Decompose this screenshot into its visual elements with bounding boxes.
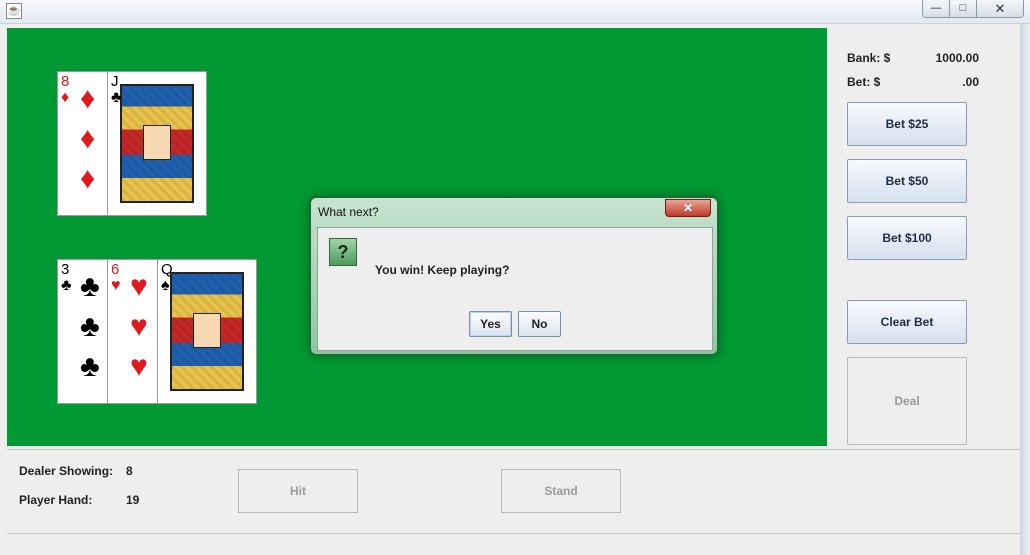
bet-50-button[interactable]: Bet $50 <box>847 159 967 203</box>
suit-pip: ♣ <box>80 350 100 383</box>
card-suit: ♠ <box>161 277 170 294</box>
suit-pip: ♦ <box>80 82 96 115</box>
minimize-button[interactable]: — <box>923 0 950 17</box>
maximize-button[interactable]: □ <box>950 0 977 17</box>
suit-pip: ♦ <box>80 162 96 195</box>
hand-status-panel: Dealer Showing: 8 Player Hand: 19 Hit St… <box>7 449 1020 531</box>
card-rank: Q <box>161 261 173 278</box>
close-window-button[interactable]: ✕ <box>977 0 1023 17</box>
card-suit: ♥ <box>111 277 121 294</box>
suit-pip: ♣ <box>80 270 100 303</box>
bet-value: .00 <box>962 75 979 89</box>
clear-bet-button[interactable]: Clear Bet <box>847 300 967 344</box>
bet-label: Bet: $ <box>847 75 881 89</box>
window-controls: — □ ✕ <box>922 0 1024 18</box>
suit-pip: ♥ <box>130 270 148 303</box>
card-suit: ♣ <box>111 89 122 106</box>
player-hand-value: 19 <box>126 493 140 507</box>
betting-panel: Bank: $ 1000.00 Bet: $ .00 Bet $25 Bet $… <box>829 28 1020 446</box>
no-button[interactable]: No <box>518 311 561 337</box>
dialog-title: What next? <box>318 205 379 219</box>
hit-button[interactable]: Hit <box>238 469 358 513</box>
bet-25-button[interactable]: Bet $25 <box>847 102 967 146</box>
dealer-showing-label: Dealer Showing: <box>19 464 114 478</box>
status-bar <box>7 533 1020 551</box>
bank-value: 1000.00 <box>935 51 979 65</box>
face-card-art <box>120 84 194 203</box>
suit-pip: ♥ <box>130 310 148 343</box>
face-portrait <box>143 125 171 160</box>
blackjack-window: ☕ — □ ✕ ♦ ♦ ♦ 8 ♦ J ♣ ♣ ♣ ♣ 3 ♣ ♥ ♥ ♥ 6 ♥ Q ♠ Bank: $ 100… <box>0 0 1030 555</box>
suit-pip: ♣ <box>80 310 100 343</box>
card-suit: ♦ <box>61 89 70 106</box>
playing-card: Q ♠ <box>157 259 257 404</box>
card-suit: ♣ <box>61 277 72 294</box>
playing-card: J ♣ <box>107 71 207 216</box>
card-rank: J <box>111 73 119 90</box>
what-next-dialog: What next? ✕ ? You win! Keep playing? Ye… <box>310 197 718 355</box>
dialog-body: ? You win! Keep playing? Yes No <box>317 227 713 351</box>
player-hand-label: Player Hand: <box>19 493 93 507</box>
java-app-icon: ☕ <box>6 3 22 19</box>
suit-pip: ♥ <box>130 350 148 383</box>
bet-100-button[interactable]: Bet $100 <box>847 216 967 260</box>
face-portrait <box>193 313 221 348</box>
card-rank: 6 <box>111 261 120 278</box>
dealer-showing-value: 8 <box>126 464 133 478</box>
card-rank: 3 <box>61 261 70 278</box>
card-rank: 8 <box>61 73 70 90</box>
window-border <box>1020 24 1030 555</box>
question-icon: ? <box>329 238 357 266</box>
title-bar: ☕ — □ ✕ <box>0 0 1030 24</box>
bank-label: Bank: $ <box>847 51 891 65</box>
face-card-art <box>170 272 244 391</box>
dialog-message: You win! Keep playing? <box>375 263 510 277</box>
bank-row: Bank: $ 1000.00 <box>847 51 979 65</box>
bet-row: Bet: $ .00 <box>847 75 979 89</box>
yes-button[interactable]: Yes <box>469 311 512 337</box>
suit-pip: ♦ <box>80 122 96 155</box>
stand-button[interactable]: Stand <box>501 469 621 513</box>
dialog-close-button[interactable]: ✕ <box>665 199 711 217</box>
deal-button[interactable]: Deal <box>847 357 967 445</box>
